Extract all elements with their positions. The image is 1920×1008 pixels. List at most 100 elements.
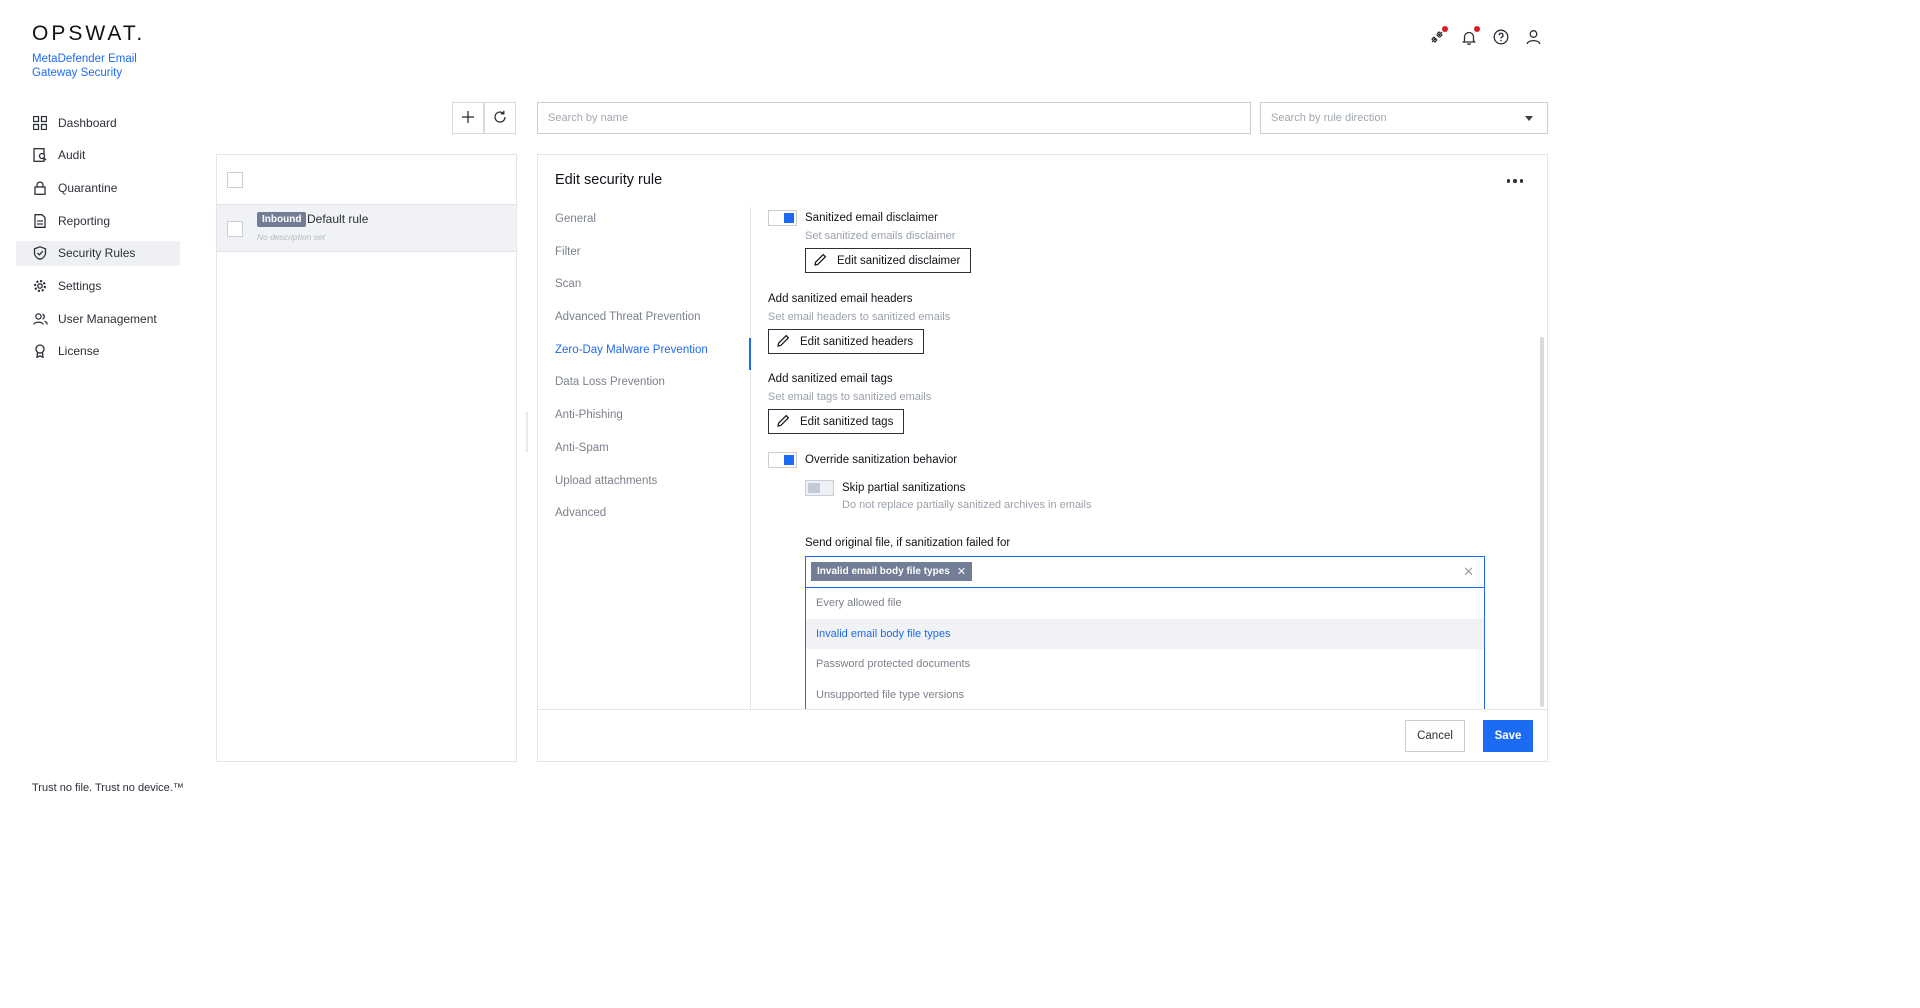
remove-chip-icon[interactable]: ✕ (957, 565, 966, 578)
send-original-dropdown: Every allowed file Invalid email body fi… (805, 588, 1485, 709)
dropdown-option-selected[interactable]: Invalid email body file types (806, 618, 1484, 649)
sidebar-item-label: Quarantine (58, 180, 118, 195)
sanitized-tags-hint: Set email tags to sanitized emails (768, 391, 932, 403)
selected-chip: Invalid email body file types ✕ (811, 562, 973, 581)
header-actions (1428, 26, 1542, 46)
rule-direction-badge: Inbound (257, 212, 307, 227)
send-original-multiselect[interactable]: Invalid email body file types ✕ ✕ (805, 556, 1485, 588)
tab-anti-phishing[interactable]: Anti-Phishing (538, 403, 750, 436)
notification-dot (1442, 26, 1448, 32)
shield-check-icon (32, 245, 48, 261)
skip-partial-sanitizations-hint: Do not replace partially sanitized archi… (842, 499, 1092, 511)
dropdown-option[interactable]: Every allowed file (806, 588, 1484, 619)
rule-name[interactable]: Default rule (307, 212, 368, 226)
override-sanitization-label: Override sanitization behavior (805, 454, 958, 466)
skip-partial-sanitizations-toggle[interactable] (805, 480, 834, 496)
sidebar-item-label: Reporting (58, 213, 111, 228)
sanitized-headers-label: Add sanitized email headers (768, 293, 913, 305)
rule-list-panel: Inbound Default rule No description set (216, 154, 517, 762)
clear-selection-icon[interactable]: ✕ (1463, 564, 1474, 580)
select-all-checkbox[interactable] (227, 172, 243, 188)
tab-advanced[interactable]: Advanced (538, 501, 750, 534)
rule-checkbox[interactable] (227, 221, 243, 237)
refresh-icon (493, 110, 507, 127)
tab-advanced-threat-prevention[interactable]: Advanced Threat Prevention (538, 305, 750, 338)
pencil-icon (777, 414, 790, 430)
sidebar-item-label: License (58, 344, 100, 359)
tab-anti-spam[interactable]: Anti-Spam (538, 436, 750, 469)
dashboard-icon (32, 115, 48, 131)
sidebar-item-label: User Management (58, 311, 157, 326)
pencil-icon (777, 334, 790, 350)
sidebar-item-security-rules[interactable]: Security Rules (16, 240, 180, 266)
search-by-name-input[interactable] (537, 102, 1251, 134)
opswat-logo: OPSWAT. (32, 22, 146, 45)
sanitized-tags-label: Add sanitized email tags (768, 373, 893, 385)
sidebar-item-quarantine[interactable]: Quarantine (16, 175, 180, 200)
tab-upload-attachments[interactable]: Upload attachments (538, 469, 750, 502)
more-icon (1506, 179, 1510, 183)
edit-sanitized-tags-label: Edit sanitized tags (800, 415, 894, 428)
plus-icon (461, 110, 475, 127)
sidebar-item-audit[interactable]: Audit (16, 143, 180, 168)
rule-section-content: Sanitized email disclaimer Set sanitized… (751, 207, 1546, 709)
brand: OPSWAT. MetaDefender Email Gateway Secur… (32, 22, 152, 80)
more-options-button[interactable] (1506, 179, 1523, 183)
dropdown-option[interactable]: Password protected documents (806, 649, 1484, 680)
sanitized-disclaimer-label: Sanitized email disclaimer (805, 212, 938, 224)
dropdown-option[interactable]: Unsupported file type versions (806, 680, 1484, 710)
tab-filter[interactable]: Filter (538, 240, 750, 273)
rule-section-tabs: General Filter Scan Advanced Threat Prev… (538, 207, 751, 709)
override-sanitization-toggle[interactable] (768, 452, 797, 468)
edit-sanitized-headers-label: Edit sanitized headers (800, 335, 914, 348)
sidebar-item-label: Audit (58, 148, 86, 163)
sanitized-headers-hint: Set email headers to sanitized emails (768, 311, 951, 323)
tab-general[interactable]: General (538, 207, 750, 240)
save-button[interactable]: Save (1483, 720, 1533, 752)
rule-direction-placeholder: Search by rule direction (1271, 112, 1387, 124)
edit-sanitized-disclaimer-label: Edit sanitized disclaimer (837, 254, 961, 267)
sidebar-nav: Dashboard Audit Quarantine Reporting Sec… (16, 110, 180, 372)
help-icon[interactable] (1492, 28, 1510, 46)
rule-direction-select[interactable]: Search by rule direction (1260, 102, 1548, 134)
sidebar-item-dashboard[interactable]: Dashboard (16, 110, 180, 135)
sanitized-disclaimer-hint: Set sanitized emails disclaimer (805, 230, 956, 242)
caret-down-icon (1525, 116, 1533, 121)
edit-rule-panel: Edit security rule General Filter Scan A… (537, 154, 1548, 762)
sidebar-item-label: Security Rules (58, 246, 136, 261)
tab-data-loss-prevention[interactable]: Data Loss Prevention (538, 370, 750, 403)
award-icon (32, 343, 48, 359)
lock-icon (32, 180, 48, 196)
sidebar-item-reporting[interactable]: Reporting (16, 208, 180, 233)
sidebar-item-settings[interactable]: Settings (16, 273, 180, 298)
cancel-button[interactable]: Cancel (1405, 720, 1465, 752)
selected-chip-label: Invalid email body file types (817, 566, 950, 577)
page-title: Edit security rule (555, 172, 663, 188)
product-name: MetaDefender Email Gateway Security (32, 53, 137, 79)
sidebar-item-license[interactable]: License (16, 339, 180, 364)
integration-icon[interactable] (1428, 26, 1448, 46)
tab-scan[interactable]: Scan (538, 272, 750, 305)
panel-splitter[interactable] (526, 412, 528, 452)
send-original-label: Send original file, if sanitization fail… (805, 537, 1011, 549)
edit-sanitized-disclaimer-button[interactable]: Edit sanitized disclaimer (805, 248, 972, 273)
sidebar-item-label: Settings (58, 278, 102, 293)
document-icon (32, 213, 48, 229)
refresh-button[interactable] (484, 102, 516, 134)
users-icon (32, 311, 48, 327)
skip-partial-sanitizations-label: Skip partial sanitizations (842, 482, 966, 494)
sidebar-item-user-management[interactable]: User Management (16, 306, 180, 331)
add-rule-button[interactable] (452, 102, 484, 134)
tab-zero-day-malware-prevention[interactable]: Zero-Day Malware Prevention (538, 337, 751, 371)
content-scrollbar[interactable] (1540, 337, 1544, 707)
rule-list-header (217, 155, 516, 205)
audit-icon (32, 147, 48, 163)
user-icon[interactable] (1524, 28, 1542, 46)
rule-description: No description set (257, 232, 326, 242)
gear-icon (32, 278, 48, 294)
bell-icon[interactable] (1460, 26, 1480, 46)
sanitized-disclaimer-toggle[interactable] (768, 210, 797, 226)
edit-sanitized-tags-button[interactable]: Edit sanitized tags (768, 409, 905, 434)
edit-sanitized-headers-button[interactable]: Edit sanitized headers (768, 329, 925, 354)
sidebar-item-label: Dashboard (58, 115, 117, 130)
